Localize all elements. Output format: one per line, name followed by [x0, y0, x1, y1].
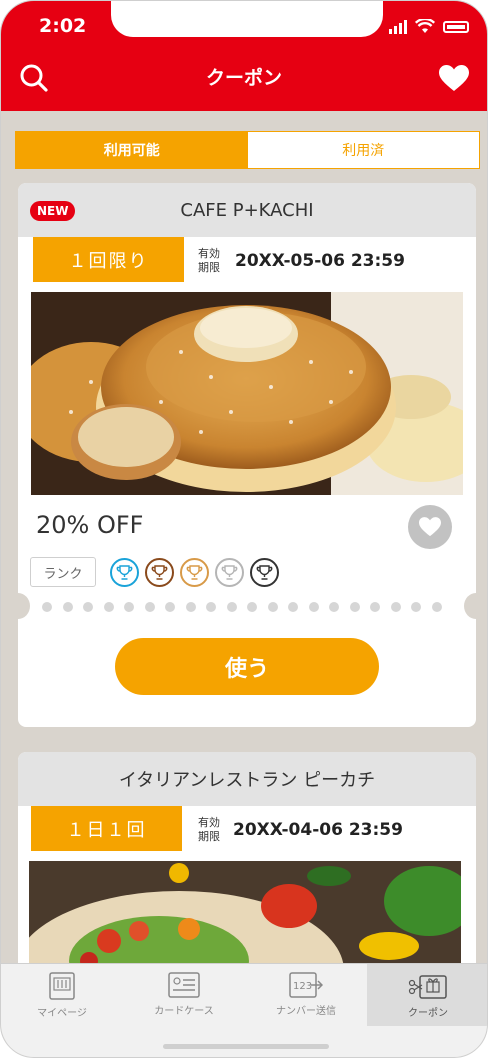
- trophy-icon: [110, 557, 139, 587]
- coupon-header: イタリアンレストラン ピーカチ: [18, 752, 476, 806]
- pancake-photo: [31, 292, 463, 495]
- perforation-dot: [165, 602, 175, 612]
- trophy-icon: [180, 557, 209, 587]
- coupon-limit-row: １日１回 有効 期限 20XX-04-06 23:59: [18, 806, 476, 861]
- tab-label: カードケース: [154, 1006, 214, 1017]
- expire-label-line1: 有効: [198, 816, 220, 829]
- tab-mypage[interactable]: マイページ: [1, 964, 123, 1026]
- status-icons: [389, 19, 469, 34]
- usage-limit-tag: １日１回: [31, 806, 182, 851]
- perforation-dot: [103, 602, 114, 612]
- perforation-dot: [267, 602, 278, 612]
- heart-icon: [419, 517, 441, 537]
- coupon-header: NEW CAFE P+KACHI: [18, 183, 476, 237]
- rank-row: ランク: [30, 557, 279, 587]
- discount-text: 20% OFF: [36, 511, 144, 539]
- shop-name: CAFE P+KACHI: [180, 199, 314, 221]
- bottom-tab-bar: マイページ カードケース 123 ナンバー送信 クーポン: [1, 963, 487, 1057]
- perforation-dot: [431, 602, 442, 612]
- perforation-dot: [226, 602, 237, 612]
- perforation-dot: [349, 602, 360, 612]
- card-case-icon: [168, 972, 200, 998]
- number-send-icon: 123: [289, 972, 323, 998]
- ticket-notch-right: [464, 593, 476, 619]
- mypage-icon: [49, 972, 75, 1000]
- expire-date: 20XX-04-06 23:59: [233, 820, 403, 840]
- perforation-dot: [288, 602, 298, 612]
- tab-number-send[interactable]: 123 ナンバー送信: [245, 964, 367, 1026]
- perforation-dot: [124, 602, 134, 612]
- favorites-button[interactable]: [437, 61, 471, 95]
- perforation-dot: [390, 602, 401, 612]
- wifi-icon: [415, 19, 435, 33]
- heart-icon: [439, 64, 469, 91]
- tab-used[interactable]: 利用済: [247, 132, 479, 168]
- coupon-card[interactable]: NEW CAFE P+KACHI １回限り 有効 期限 20XX-05-06 2…: [18, 183, 476, 727]
- tab-label: クーポン: [408, 1008, 448, 1019]
- trophy-icon: [215, 557, 244, 587]
- tab-coupon[interactable]: クーポン: [367, 964, 487, 1026]
- expire-date: 20XX-05-06 23:59: [235, 251, 405, 271]
- device-notch: [111, 1, 383, 37]
- trophy-icon: [145, 557, 174, 587]
- perforation-dot: [206, 602, 216, 612]
- phone-screen: 2:02 クーポン 利用可能 利用済 NEW CAFE P+KACHI １回限り…: [0, 0, 488, 1058]
- tab-card-case[interactable]: カードケース: [123, 964, 245, 1026]
- coupon-icon: [408, 975, 447, 999]
- rank-label: ランク: [30, 557, 96, 587]
- perforation-dot: [83, 602, 93, 612]
- perforation-dot: [411, 602, 421, 612]
- page-title: クーポン: [205, 67, 282, 89]
- perforation-dot: [329, 602, 339, 612]
- perforation-dot: [247, 602, 257, 612]
- tab-available[interactable]: 利用可能: [16, 132, 248, 168]
- use-coupon-button[interactable]: 使う: [115, 638, 379, 695]
- expire-label: 有効 期限: [198, 247, 220, 275]
- signal-icon: [389, 19, 407, 34]
- coupon-limit-row: １回限り 有効 期限 20XX-05-06 23:59: [18, 237, 476, 292]
- perforation-dot: [42, 602, 52, 612]
- coupon-status-tabs: 利用可能 利用済: [15, 131, 480, 169]
- tab-label: ナンバー送信: [276, 1006, 336, 1017]
- expire-label: 有効 期限: [198, 816, 220, 844]
- tab-label: マイページ: [37, 1008, 87, 1019]
- svg-text:123: 123: [293, 981, 312, 992]
- perforation-dot: [62, 602, 73, 612]
- coupon-card[interactable]: イタリアンレストラン ピーカチ １日１回 有効 期限 20XX-04-06 23…: [18, 752, 476, 992]
- trophy-icon: [250, 557, 279, 587]
- expire-label-line2: 期限: [198, 830, 220, 843]
- perforation-dot: [370, 602, 380, 612]
- usage-limit-tag: １回限り: [33, 237, 184, 282]
- app-header: クーポン: [1, 49, 487, 111]
- status-time: 2:02: [39, 15, 87, 37]
- home-indicator: [163, 1044, 329, 1049]
- new-badge: NEW: [30, 201, 76, 221]
- expire-label-line1: 有効: [198, 247, 220, 260]
- shop-name: イタリアンレストラン ピーカチ: [118, 770, 376, 791]
- ticket-notch-left: [18, 593, 30, 619]
- perforation-dot: [144, 602, 155, 612]
- perforation-dot: [185, 602, 196, 612]
- battery-icon: [443, 20, 469, 33]
- expire-label-line2: 期限: [198, 261, 220, 274]
- perforation-dot: [308, 602, 319, 612]
- perforation-line: [18, 593, 476, 619]
- favorite-button[interactable]: [408, 505, 452, 549]
- status-bar: 2:02: [1, 1, 487, 49]
